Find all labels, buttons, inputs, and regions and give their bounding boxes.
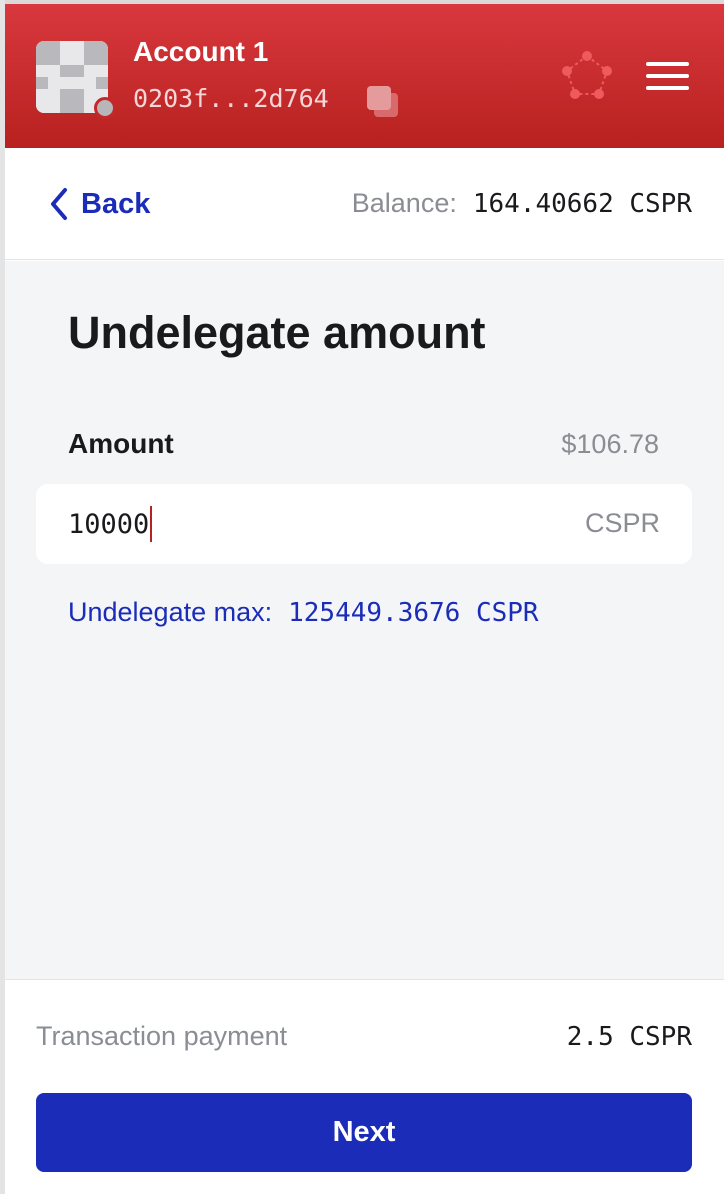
undelegate-max-link[interactable]: Undelegate max: 125449.3676 CSPR — [68, 597, 539, 628]
amount-unit: CSPR — [584, 508, 660, 538]
amount-input-field[interactable]: 10000 CSPR — [36, 484, 692, 564]
account-header: Account 1 0203f...2d764 — [5, 4, 724, 148]
network-icon[interactable] — [560, 50, 614, 104]
footer: Transaction payment 2.5 CSPR Next — [5, 979, 724, 1194]
hamburger-menu-icon[interactable] — [646, 58, 689, 94]
amount-input[interactable]: 10000 — [68, 506, 153, 542]
account-name: Account 1 — [133, 36, 269, 67]
back-button[interactable]: Back — [49, 186, 150, 222]
balance-display: Balance: 164.40662 CSPR — [352, 188, 692, 219]
transaction-fee-label: Transaction payment — [36, 1021, 288, 1051]
account-status-dot — [94, 97, 116, 119]
max-value: 125449.3676 CSPR — [288, 598, 539, 628]
max-label: Undelegate max: — [68, 597, 273, 627]
page-title: Undelegate amount — [68, 307, 486, 358]
chevron-left-icon — [51, 188, 67, 220]
transaction-fee-value: 2.5 CSPR — [566, 1022, 692, 1052]
balance-value: 164.40662 CSPR — [472, 189, 692, 219]
next-button[interactable]: Next — [36, 1093, 692, 1172]
account-hash: 0203f...2d764 — [133, 84, 329, 113]
balance-label: Balance: — [351, 188, 457, 218]
undelegate-form: Undelegate amount Amount $106.78 10000 C… — [5, 261, 724, 979]
amount-label: Amount — [68, 428, 174, 459]
text-caret — [150, 506, 153, 542]
amount-fiat-value: $106.78 — [561, 429, 659, 459]
back-label: Back — [81, 187, 151, 220]
copy-icon[interactable] — [365, 85, 401, 119]
amount-input-value: 10000 — [68, 508, 150, 540]
sub-navigation-bar: Back Balance: 164.40662 CSPR — [5, 148, 724, 260]
